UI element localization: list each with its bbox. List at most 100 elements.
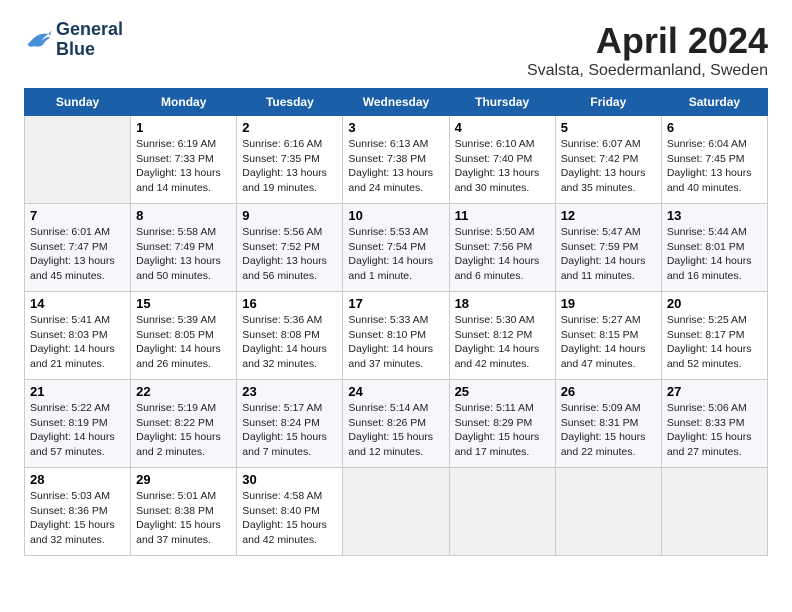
day-info: Sunrise: 5:11 AMSunset: 8:29 PMDaylight:… <box>455 401 550 460</box>
day-info: Sunrise: 5:22 AMSunset: 8:19 PMDaylight:… <box>30 401 125 460</box>
location-title: Svalsta, Soedermanland, Sweden <box>527 62 768 80</box>
calendar-cell: 21 Sunrise: 5:22 AMSunset: 8:19 PMDayligh… <box>25 380 131 468</box>
day-info: Sunrise: 5:06 AMSunset: 8:33 PMDaylight:… <box>667 401 762 460</box>
day-info: Sunrise: 5:58 AMSunset: 7:49 PMDaylight:… <box>136 225 231 284</box>
day-info: Sunrise: 5:39 AMSunset: 8:05 PMDaylight:… <box>136 313 231 372</box>
day-number: 1 <box>136 120 231 135</box>
calendar-cell <box>25 116 131 204</box>
day-info: Sunrise: 5:09 AMSunset: 8:31 PMDaylight:… <box>561 401 656 460</box>
day-number: 10 <box>348 208 443 223</box>
logo-text: General Blue <box>56 20 123 60</box>
column-header-monday: Monday <box>131 89 237 116</box>
day-number: 21 <box>30 384 125 399</box>
calendar-cell: 8 Sunrise: 5:58 AMSunset: 7:49 PMDaylight… <box>131 204 237 292</box>
day-number: 2 <box>242 120 337 135</box>
day-number: 28 <box>30 472 125 487</box>
day-number: 25 <box>455 384 550 399</box>
calendar-cell: 4 Sunrise: 6:10 AMSunset: 7:40 PMDaylight… <box>449 116 555 204</box>
day-info: Sunrise: 6:16 AMSunset: 7:35 PMDaylight:… <box>242 137 337 196</box>
calendar-cell: 19 Sunrise: 5:27 AMSunset: 8:15 PMDayligh… <box>555 292 661 380</box>
day-info: Sunrise: 6:10 AMSunset: 7:40 PMDaylight:… <box>455 137 550 196</box>
calendar-cell: 10 Sunrise: 5:53 AMSunset: 7:54 PMDayligh… <box>343 204 449 292</box>
calendar-cell: 3 Sunrise: 6:13 AMSunset: 7:38 PMDaylight… <box>343 116 449 204</box>
column-header-wednesday: Wednesday <box>343 89 449 116</box>
day-number: 4 <box>455 120 550 135</box>
day-number: 13 <box>667 208 762 223</box>
day-number: 17 <box>348 296 443 311</box>
day-number: 23 <box>242 384 337 399</box>
day-number: 7 <box>30 208 125 223</box>
calendar-cell: 6Sunrise: 6:04 AMSunset: 7:45 PMDaylight… <box>661 116 767 204</box>
calendar-cell: 9 Sunrise: 5:56 AMSunset: 7:52 PMDaylight… <box>237 204 343 292</box>
day-number: 16 <box>242 296 337 311</box>
day-info: Sunrise: 6:07 AMSunset: 7:42 PMDaylight:… <box>561 137 656 196</box>
day-number: 14 <box>30 296 125 311</box>
calendar-cell: 5 Sunrise: 6:07 AMSunset: 7:42 PMDaylight… <box>555 116 661 204</box>
day-number: 9 <box>242 208 337 223</box>
day-number: 22 <box>136 384 231 399</box>
calendar-cell: 13 Sunrise: 5:44 AMSunset: 8:01 PMDayligh… <box>661 204 767 292</box>
day-info: Sunrise: 5:56 AMSunset: 7:52 PMDaylight:… <box>242 225 337 284</box>
day-info: Sunrise: 5:01 AMSunset: 8:38 PMDaylight:… <box>136 489 231 548</box>
calendar-cell: 25 Sunrise: 5:11 AMSunset: 8:29 PMDayligh… <box>449 380 555 468</box>
calendar-cell <box>661 468 767 556</box>
column-header-tuesday: Tuesday <box>237 89 343 116</box>
day-info: Sunrise: 5:14 AMSunset: 8:26 PMDaylight:… <box>348 401 443 460</box>
day-number: 3 <box>348 120 443 135</box>
day-info: Sunrise: 5:25 AMSunset: 8:17 PMDaylight:… <box>667 313 762 372</box>
calendar-cell: 22 Sunrise: 5:19 AMSunset: 8:22 PMDayligh… <box>131 380 237 468</box>
day-number: 11 <box>455 208 550 223</box>
day-info: Sunrise: 5:41 AMSunset: 8:03 PMDaylight:… <box>30 313 125 372</box>
day-info: Sunrise: 5:17 AMSunset: 8:24 PMDaylight:… <box>242 401 337 460</box>
month-title: April 2024 <box>527 20 768 62</box>
day-number: 19 <box>561 296 656 311</box>
day-info: Sunrise: 5:03 AMSunset: 8:36 PMDaylight:… <box>30 489 125 548</box>
column-header-friday: Friday <box>555 89 661 116</box>
calendar-cell: 24Sunrise: 5:14 AMSunset: 8:26 PMDayligh… <box>343 380 449 468</box>
day-info: Sunrise: 5:44 AMSunset: 8:01 PMDaylight:… <box>667 225 762 284</box>
column-header-saturday: Saturday <box>661 89 767 116</box>
day-number: 26 <box>561 384 656 399</box>
day-number: 5 <box>561 120 656 135</box>
calendar-cell: 23 Sunrise: 5:17 AMSunset: 8:24 PMDayligh… <box>237 380 343 468</box>
day-number: 12 <box>561 208 656 223</box>
day-info: Sunrise: 6:19 AMSunset: 7:33 PMDaylight:… <box>136 137 231 196</box>
logo: General Blue <box>24 20 123 60</box>
day-info: Sunrise: 5:47 AMSunset: 7:59 PMDaylight:… <box>561 225 656 284</box>
day-number: 15 <box>136 296 231 311</box>
calendar-cell <box>449 468 555 556</box>
calendar-cell: 11Sunrise: 5:50 AMSunset: 7:56 PMDayligh… <box>449 204 555 292</box>
calendar-cell: 12 Sunrise: 5:47 AMSunset: 7:59 PMDayligh… <box>555 204 661 292</box>
calendar-cell <box>555 468 661 556</box>
day-number: 29 <box>136 472 231 487</box>
day-number: 6 <box>667 120 762 135</box>
day-number: 8 <box>136 208 231 223</box>
logo-bird-icon <box>24 28 52 52</box>
day-info: Sunrise: 5:53 AMSunset: 7:54 PMDaylight:… <box>348 225 443 284</box>
calendar-cell: 27 Sunrise: 5:06 AMSunset: 8:33 PMDayligh… <box>661 380 767 468</box>
day-info: Sunrise: 5:33 AMSunset: 8:10 PMDaylight:… <box>348 313 443 372</box>
calendar-cell: 26 Sunrise: 5:09 AMSunset: 8:31 PMDayligh… <box>555 380 661 468</box>
calendar-cell: 29 Sunrise: 5:01 AMSunset: 8:38 PMDayligh… <box>131 468 237 556</box>
day-info: Sunrise: 6:01 AMSunset: 7:47 PMDaylight:… <box>30 225 125 284</box>
calendar-cell: 7 Sunrise: 6:01 AMSunset: 7:47 PMDaylight… <box>25 204 131 292</box>
calendar-cell: 16 Sunrise: 5:36 AMSunset: 8:08 PMDayligh… <box>237 292 343 380</box>
calendar-cell: 20 Sunrise: 5:25 AMSunset: 8:17 PMDayligh… <box>661 292 767 380</box>
column-header-sunday: Sunday <box>25 89 131 116</box>
calendar-cell: 2 Sunrise: 6:16 AMSunset: 7:35 PMDaylight… <box>237 116 343 204</box>
calendar-cell: 17 Sunrise: 5:33 AMSunset: 8:10 PMDayligh… <box>343 292 449 380</box>
day-number: 18 <box>455 296 550 311</box>
day-number: 27 <box>667 384 762 399</box>
day-info: Sunrise: 5:30 AMSunset: 8:12 PMDaylight:… <box>455 313 550 372</box>
day-info: Sunrise: 6:13 AMSunset: 7:38 PMDaylight:… <box>348 137 443 196</box>
calendar-cell: 15 Sunrise: 5:39 AMSunset: 8:05 PMDayligh… <box>131 292 237 380</box>
calendar-cell <box>343 468 449 556</box>
calendar-cell: 1 Sunrise: 6:19 AMSunset: 7:33 PMDaylight… <box>131 116 237 204</box>
day-number: 20 <box>667 296 762 311</box>
calendar-table: SundayMondayTuesdayWednesdayThursdayFrid… <box>24 88 768 556</box>
column-header-thursday: Thursday <box>449 89 555 116</box>
day-info: Sunrise: 5:36 AMSunset: 8:08 PMDaylight:… <box>242 313 337 372</box>
calendar-cell: 18 Sunrise: 5:30 AMSunset: 8:12 PMDayligh… <box>449 292 555 380</box>
day-info: Sunrise: 5:19 AMSunset: 8:22 PMDaylight:… <box>136 401 231 460</box>
day-info: Sunrise: 5:27 AMSunset: 8:15 PMDaylight:… <box>561 313 656 372</box>
